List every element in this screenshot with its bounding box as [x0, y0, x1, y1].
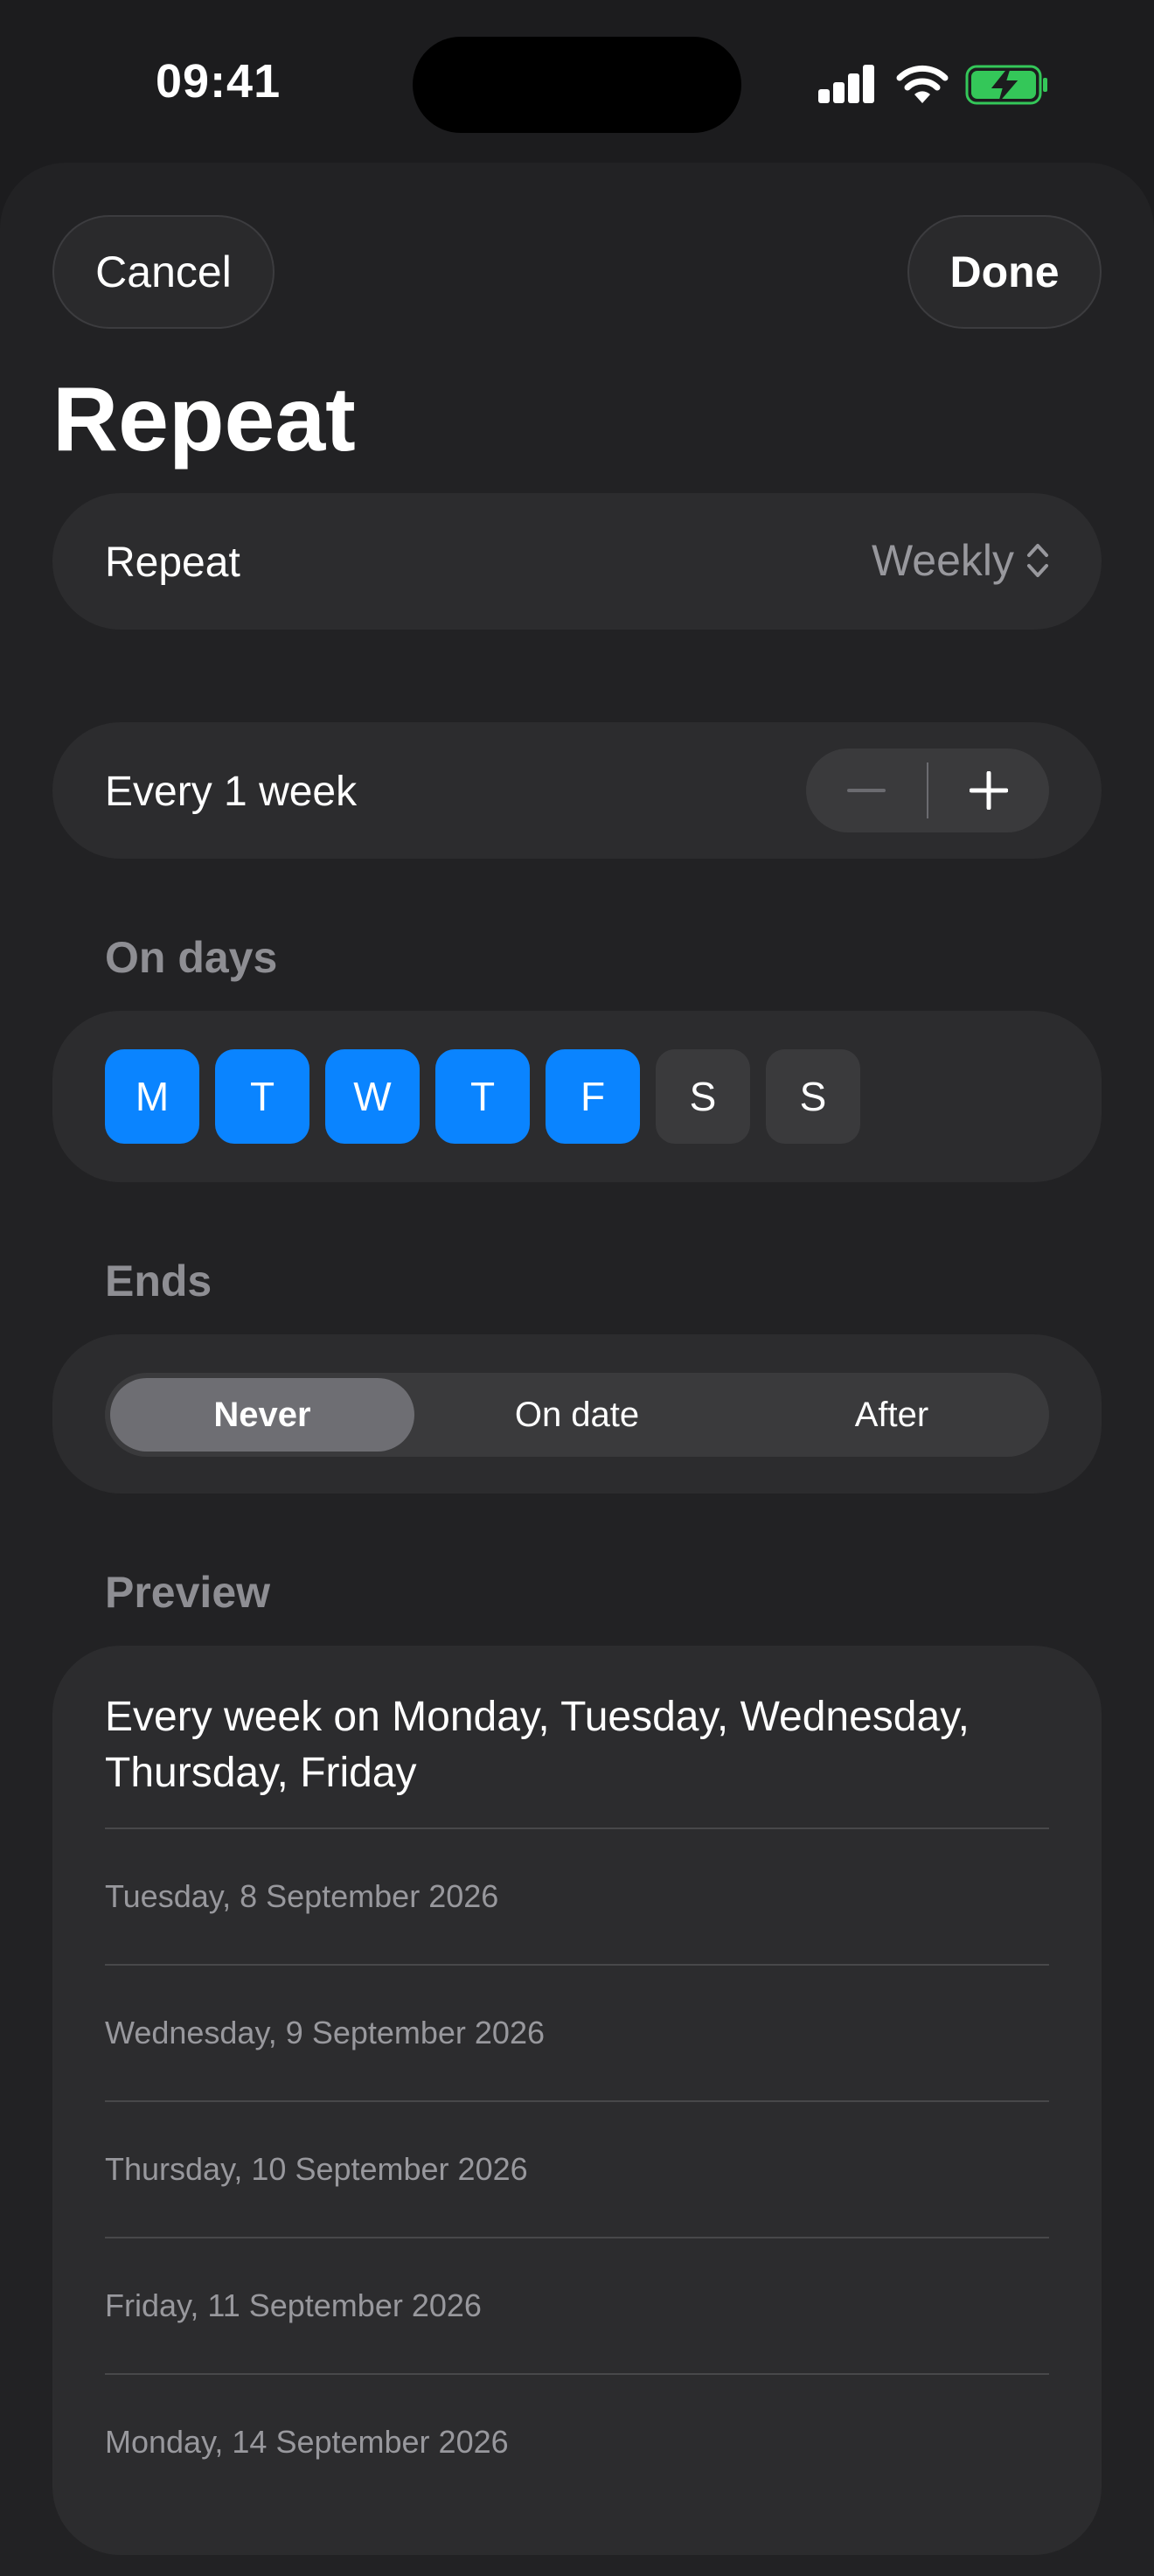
day-toggle-saturday[interactable]: S [656, 1049, 750, 1144]
preview-summary: Every week on Monday, Tuesday, Wednesday… [105, 1694, 970, 1796]
ends-segmented-control: Never On date After [105, 1373, 1049, 1457]
page-title: Repeat [52, 369, 356, 470]
repeat-value: Weekly [871, 536, 1014, 585]
chevron-up-down-icon [1027, 544, 1048, 577]
day-selector: M T W T F S S [52, 1011, 1102, 1182]
battery-charging-icon [965, 65, 1047, 105]
cellular-signal-icon [818, 65, 876, 103]
day-toggle-monday[interactable]: M [105, 1049, 199, 1144]
interval-row: Every 1 week [52, 722, 1102, 859]
preview-date-list: Tuesday, 8 September 2026 Wednesday, 9 S… [105, 1828, 1049, 2510]
preview-date-item: Friday, 11 September 2026 [105, 2237, 1049, 2373]
day-toggle-thursday[interactable]: T [435, 1049, 530, 1144]
wifi-icon [896, 65, 949, 103]
ends-card: Never On date After [52, 1334, 1102, 1493]
dynamic-island [413, 37, 741, 133]
preview-date-item: Monday, 14 September 2026 [105, 2373, 1049, 2510]
interval-stepper [806, 748, 1049, 832]
preview-date-item: Tuesday, 8 September 2026 [105, 1828, 1049, 1964]
status-bar: 09:41 [0, 0, 1154, 157]
day-toggle-sunday[interactable]: S [766, 1049, 860, 1144]
day-toggle-wednesday[interactable]: W [325, 1049, 420, 1144]
repeat-frequency-row[interactable]: Repeat Weekly [52, 493, 1102, 630]
decrement-button[interactable] [806, 748, 927, 832]
ends-option-after[interactable]: After [740, 1378, 1044, 1452]
ends-option-never[interactable]: Never [110, 1378, 414, 1452]
preview-card: Every week on Monday, Tuesday, Wednesday… [52, 1646, 1102, 2555]
status-time: 09:41 [156, 55, 282, 108]
preview-header: Preview [105, 1568, 271, 1617]
plus-icon [970, 771, 1008, 810]
cancel-button[interactable]: Cancel [52, 215, 275, 329]
preview-date-item: Wednesday, 9 September 2026 [105, 1964, 1049, 2100]
day-toggle-friday[interactable]: F [546, 1049, 640, 1144]
interval-label: Every 1 week [105, 769, 358, 815]
preview-date-item: Thursday, 10 September 2026 [105, 2100, 1049, 2237]
repeat-label: Repeat [105, 540, 240, 586]
increment-button[interactable] [928, 748, 1049, 832]
ends-header: Ends [105, 1257, 212, 1305]
on-days-header: On days [105, 933, 278, 982]
ends-option-on-date[interactable]: On date [425, 1378, 729, 1452]
minus-icon [847, 789, 886, 792]
done-button[interactable]: Done [907, 215, 1102, 329]
day-toggle-tuesday[interactable]: T [215, 1049, 309, 1144]
repeat-picker[interactable]: Weekly [872, 535, 1049, 586]
